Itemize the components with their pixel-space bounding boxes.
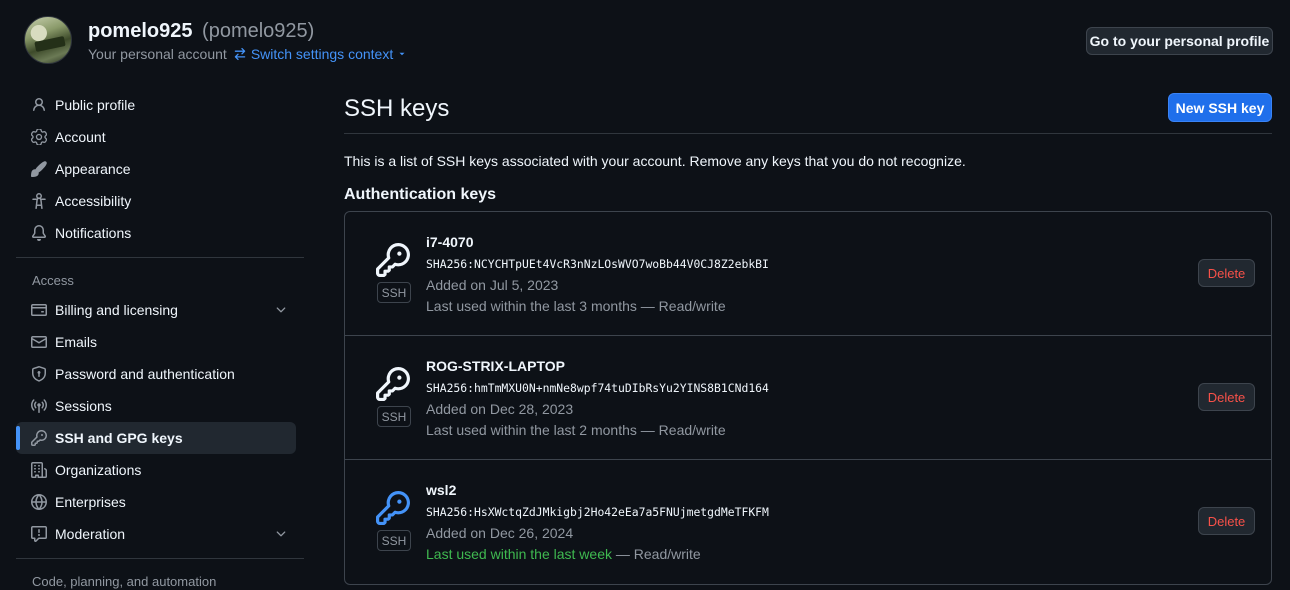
ssh-key-row: SSH i7-4070 SHA256:NCYCHTpUEt4VcR3nNzLOsWV… [345,212,1271,336]
key-title: wsl2 [426,482,457,498]
key-usage-text: Last used within the last 2 months [426,422,637,438]
organization-icon [31,462,47,478]
page-title: SSH keys [344,95,450,122]
ssh-badge: SSH [377,406,411,427]
new-ssh-key-button[interactable]: New SSH key [1168,93,1272,122]
key-icon [376,367,410,401]
sidebar-item-label: Public profile [55,97,136,113]
key-icon [376,491,410,525]
account-subtitle: Your personal account Switch settings co… [88,46,407,62]
sidebar-item-label: Billing and licensing [55,302,178,318]
delete-key-button[interactable]: Delete [1198,259,1255,287]
sidebar-item-accessibility[interactable]: Accessibility [16,185,296,217]
gear-icon [31,129,47,145]
key-last-used: Last used within the last 3 months — Rea… [426,298,726,314]
title-row: SSH keys New SSH key [344,92,1272,134]
section-title: Authentication keys [344,186,497,203]
sidebar-item-emails[interactable]: Emails [16,326,296,358]
chevron-down-icon[interactable] [274,527,288,541]
arrow-switch-icon [234,47,246,61]
key-title: ROG-STRIX-LAPTOP [426,358,565,374]
delete-key-button[interactable]: Delete [1198,383,1255,411]
account-type-label: Your personal account [88,46,227,62]
sidebar-item-label: Account [55,129,106,145]
sidebar-item-label: Sessions [55,398,112,414]
accessibility-icon [32,193,46,209]
key-access-level: — Read/write [640,422,726,438]
key-fingerprint: SHA256:NCYCHTpUEt4VcR3nNzLOsWVO7woBb44V0… [426,257,769,271]
account-name: pomelo925 (pomelo925) [88,20,314,43]
sidebar-divider [16,558,304,559]
key-fingerprint: SHA256:HsXWctqZdJMkigbj2Ho42eEa7a5FNUjme… [426,505,769,519]
account-login: (pomelo925) [202,20,315,42]
key-added-date: Added on Dec 28, 2023 [426,401,574,417]
paintbrush-icon [31,161,47,177]
sidebar-item-label: Accessibility [55,193,132,209]
key-added-date: Added on Jul 5, 2023 [426,277,559,293]
key-last-used: Last used within the last week — Read/wr… [426,546,701,562]
sidebar-item-label: Appearance [55,161,131,177]
sidebar-item-label: Password and authentication [55,366,235,382]
switch-context-link[interactable]: Switch settings context [233,46,407,62]
ssh-key-row: SSH wsl2 SHA256:HsXWctqZdJMkigbj2Ho42eEa7a… [345,460,1271,584]
sidebar-item-notifications[interactable]: Notifications [16,217,296,249]
account-username: pomelo925 [88,20,193,42]
caret-down-icon [399,52,405,56]
ssh-key-list: SSH i7-4070 SHA256:NCYCHTpUEt4VcR3nNzLOsWV… [344,211,1272,585]
person-icon [33,98,45,112]
page-description: This is a list of SSH keys associated wi… [344,153,966,169]
key-icon [31,430,47,446]
ssh-badge: SSH [377,282,411,303]
key-usage-text: Last used within the last week [426,546,612,562]
key-title: i7-4070 [426,234,474,250]
sidebar-item-label: Moderation [55,526,126,542]
sidebar-item-appearance[interactable]: Appearance [16,153,296,185]
sidebar-item-sessions[interactable]: Sessions [16,390,296,422]
sidebar-item-moderation[interactable]: Moderation [16,518,296,550]
ssh-badge: SSH [377,530,411,551]
sidebar-divider [16,257,304,258]
credit-card-icon [31,304,47,316]
key-fingerprint: SHA256:hmTmMXU0N+nmNe8wpf74tuDIbRsYu2YIN… [426,381,769,395]
key-access-level: — Read/write [640,298,726,314]
chevron-down-icon[interactable] [274,303,288,317]
settings-sidebar: Public profile Account Appearance Accessibi… [16,89,304,590]
main-content: SSH keys New SSH key This is a list of S… [344,92,1272,585]
switch-context-label: Switch settings context [250,46,394,62]
key-usage-text: Last used within the last 3 months [426,298,637,314]
sidebar-item-label: Emails [55,334,98,350]
broadcast-icon [31,399,47,413]
report-icon [31,526,47,542]
ssh-key-row: SSH ROG-STRIX-LAPTOP SHA256:hmTmMXU0N+nmNe… [345,336,1271,460]
sidebar-item-label: Organizations [55,462,142,478]
sidebar-item-enterprises[interactable]: Enterprises [16,486,296,518]
sidebar-item-password-and-authentication[interactable]: Password and authentication [16,358,296,390]
sidebar-group-code: Code, planning, and automation [32,573,217,589]
delete-key-button[interactable]: Delete [1198,507,1255,535]
sidebar-item-organizations[interactable]: Organizations [16,454,296,486]
sidebar-item-ssh-and-gpg-keys[interactable]: SSH and GPG keys [16,422,296,454]
go-to-profile-button[interactable]: Go to your personal profile [1086,27,1273,55]
sidebar-item-billing-and-licensing[interactable]: Billing and licensing [16,294,296,326]
shield-lock-icon [32,366,46,382]
sidebar-item-label: Enterprises [55,494,126,510]
bell-icon [31,225,46,241]
sidebar-group-access: Access [32,272,74,288]
mail-icon [31,336,47,348]
sidebar-item-label: SSH and GPG keys [55,430,183,446]
key-access-level: — Read/write [615,546,701,562]
avatar[interactable] [24,16,72,64]
account-header: pomelo925 (pomelo925) Your personal acco… [24,16,1273,66]
sidebar-item-public-profile[interactable]: Public profile [16,89,296,121]
globe-icon [31,494,47,510]
sidebar-item-label: Notifications [55,225,132,241]
sidebar-item-account[interactable]: Account [16,121,296,153]
key-added-date: Added on Dec 26, 2024 [426,525,574,541]
key-icon [376,243,410,277]
key-last-used: Last used within the last 2 months — Rea… [426,422,726,438]
